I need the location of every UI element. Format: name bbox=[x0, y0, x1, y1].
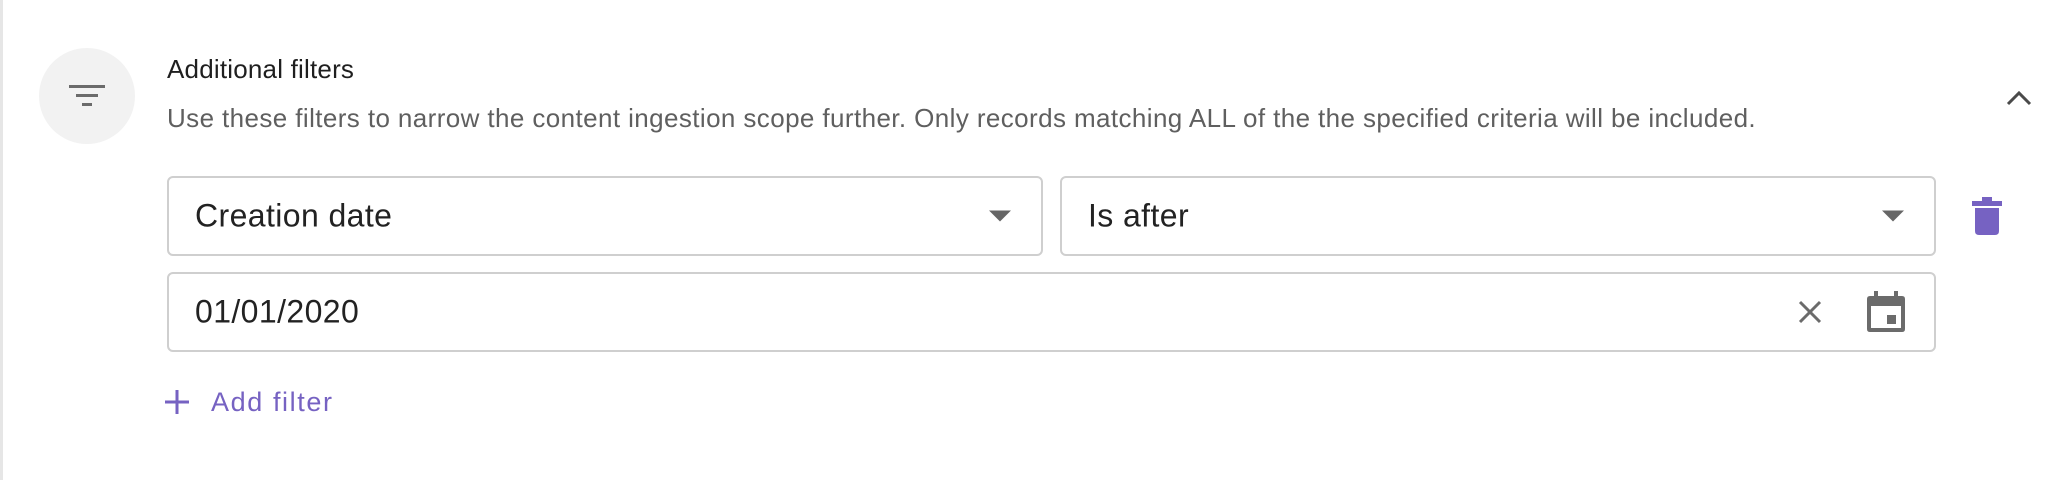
calendar-button[interactable] bbox=[1862, 288, 1910, 336]
filter-field-select[interactable]: Creation date bbox=[167, 176, 1043, 256]
section-title: Additional filters bbox=[167, 54, 355, 84]
date-input[interactable]: 01/01/2020 bbox=[167, 272, 1936, 352]
collapse-button[interactable] bbox=[1997, 76, 2041, 120]
date-value: 01/01/2020 bbox=[195, 293, 360, 330]
clear-date-button[interactable] bbox=[1790, 292, 1830, 332]
dropdown-arrow-icon bbox=[989, 210, 1011, 222]
section-description: Use these filters to narrow the content … bbox=[167, 103, 1757, 133]
add-filter-label: Add filter bbox=[211, 386, 334, 417]
delete-filter-button[interactable] bbox=[1965, 192, 2009, 240]
trash-icon bbox=[1972, 197, 2002, 235]
dropdown-arrow-icon bbox=[1882, 210, 1904, 222]
plus-icon bbox=[165, 390, 189, 414]
calendar-icon bbox=[1867, 291, 1905, 332]
filter-operator-value: Is after bbox=[1088, 197, 1190, 234]
add-filter-button[interactable]: Add filter bbox=[163, 380, 334, 424]
filter-icon bbox=[39, 48, 135, 144]
filter-field-value: Creation date bbox=[195, 197, 393, 234]
close-icon bbox=[1798, 300, 1822, 324]
additional-filters-panel: Additional filters Use these filters to … bbox=[0, 0, 2056, 480]
filter-operator-select[interactable]: Is after bbox=[1060, 176, 1936, 256]
chevron-up-icon bbox=[2006, 90, 2032, 106]
